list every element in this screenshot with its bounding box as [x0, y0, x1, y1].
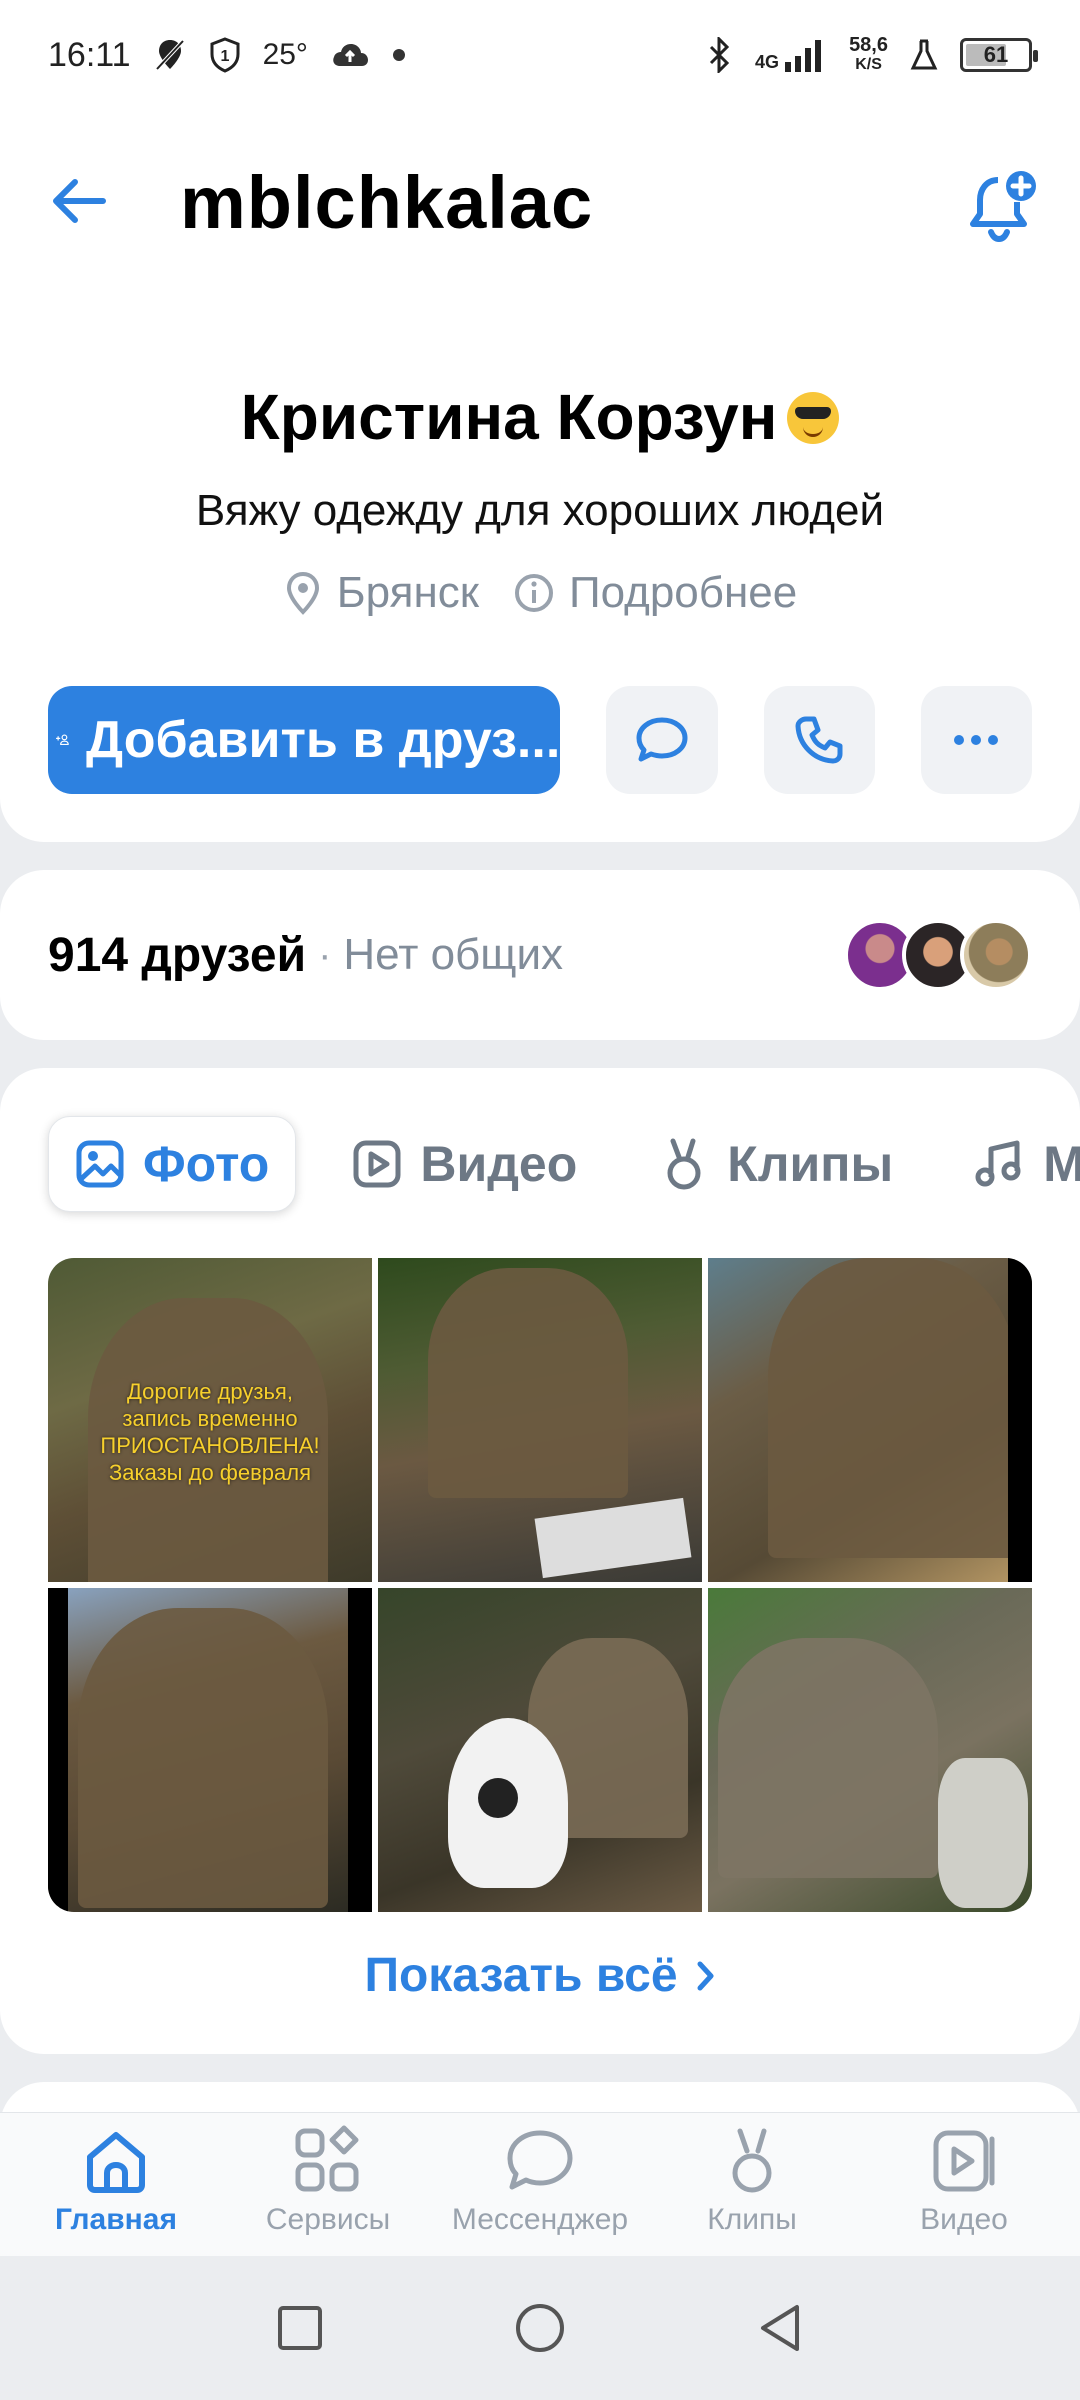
avatar — [960, 919, 1032, 991]
profile-card: Кристина Корзун Вяжу одежду для хороших … — [0, 300, 1080, 842]
arrow-left-icon — [53, 179, 106, 223]
bottom-navigation: Главная Сервисы Мессенджер Клипы Видео — [0, 2112, 1080, 2256]
subscribe-notifications-button[interactable] — [964, 166, 1044, 246]
circle-icon — [516, 2304, 564, 2352]
location-off-icon — [153, 37, 187, 73]
signal-icon: 4G — [755, 38, 827, 72]
video-icon — [353, 1140, 401, 1188]
call-button[interactable] — [763, 686, 875, 794]
nav-home[interactable]: Главная — [16, 2113, 216, 2256]
friends-card[interactable]: 914 друзей · Нет общих — [0, 870, 1080, 1040]
photo-thumbnail[interactable] — [708, 1258, 1032, 1582]
clock: 16:11 — [48, 35, 131, 74]
notification-dot-icon — [392, 48, 406, 62]
music-icon — [975, 1140, 1021, 1187]
photo-overlay-text: Дорогие друзья, запись временно ПРИОСТАН… — [100, 1379, 320, 1485]
shield-icon: 1 — [209, 37, 241, 73]
triangle-back-icon — [761, 2305, 799, 2351]
phone-icon — [795, 716, 843, 764]
back-button[interactable] — [44, 166, 114, 236]
bluetooth-icon — [705, 37, 733, 73]
photo-thumbnail[interactable] — [378, 1258, 702, 1582]
profile-meta: Брянск Подробнее — [0, 568, 1080, 618]
more-options-button[interactable] — [920, 686, 1032, 794]
temperature: 25° — [262, 38, 308, 71]
chevron-right-icon — [697, 1961, 714, 1990]
bell-plus-icon — [970, 171, 1036, 243]
message-button[interactable] — [606, 686, 718, 794]
clips-icon — [732, 2128, 772, 2193]
status-bar: 16:11 1 25° 4G 58,6 K/S 61 — [0, 0, 1080, 110]
clips-icon — [667, 1138, 701, 1190]
photo-grid: Дорогие друзья, запись временно ПРИОСТАН… — [48, 1258, 1032, 1912]
info-icon — [515, 574, 554, 612]
dog-image — [448, 1718, 568, 1888]
city-item: Брянск — [283, 568, 479, 618]
nav-services[interactable]: Сервисы — [228, 2113, 428, 2256]
photo-thumbnail[interactable] — [48, 1588, 372, 1912]
mutual-friends: Нет общих — [343, 930, 564, 979]
profile-actions: Добавить в друз... — [48, 686, 1032, 794]
add-user-icon — [56, 734, 69, 746]
photo-thumbnail[interactable] — [708, 1588, 1032, 1912]
tab-clips[interactable]: Клипы — [633, 1116, 919, 1212]
cloud-upload-icon — [330, 40, 370, 70]
photo-thumbnail[interactable]: Дорогие друзья, запись временно ПРИОСТАН… — [48, 1258, 372, 1582]
tab-videos[interactable]: Видео — [326, 1116, 603, 1212]
more-info-link[interactable]: Подробнее — [513, 568, 797, 618]
show-all-link[interactable]: Показать всё — [0, 1948, 1080, 2003]
photo-icon — [76, 1140, 124, 1188]
sunglasses-emoji-icon — [787, 392, 840, 445]
add-friend-button[interactable]: Добавить в друз... — [48, 686, 561, 794]
page-header: mblchkalac — [0, 110, 1080, 310]
square-icon — [278, 2306, 322, 2350]
svg-text:1: 1 — [220, 48, 229, 65]
messenger-icon — [507, 2130, 573, 2190]
recent-apps-button[interactable] — [260, 2288, 340, 2368]
nav-messenger[interactable]: Мессенджер — [440, 2113, 640, 2256]
media-card: Фото Видео Клипы М Дорогие друзья, запис… — [0, 1068, 1080, 2054]
tab-photos[interactable]: Фото — [48, 1116, 297, 1212]
system-navigation — [0, 2256, 1080, 2400]
location-pin-icon — [286, 571, 319, 615]
flask-icon — [910, 38, 938, 72]
battery-indicator: 61 — [960, 38, 1038, 72]
profile-name: Кристина Корзун — [0, 380, 1080, 454]
separator: · — [318, 932, 332, 977]
photo-thumbnail[interactable] — [378, 1588, 702, 1912]
friend-avatars — [844, 919, 1032, 991]
video-icon — [933, 2130, 995, 2192]
more-horizontal-icon — [954, 735, 999, 745]
profile-status: Вяжу одежду для хороших людей — [195, 486, 885, 535]
nav-video[interactable]: Видео — [864, 2113, 1064, 2256]
network-speed: 58,6 K/S — [849, 34, 888, 73]
friends-count: 914 друзей — [48, 928, 307, 982]
services-icon — [295, 2125, 359, 2192]
chat-bubble-icon — [636, 717, 688, 762]
nav-clips[interactable]: Клипы — [652, 2113, 852, 2256]
back-nav-button[interactable] — [740, 2288, 820, 2368]
media-tabs: Фото Видео Клипы М — [48, 1116, 1080, 1212]
tab-music[interactable]: М — [949, 1116, 1080, 1212]
home-button[interactable] — [500, 2288, 580, 2368]
page-title: mblchkalac — [180, 161, 594, 244]
home-icon — [87, 2132, 145, 2193]
